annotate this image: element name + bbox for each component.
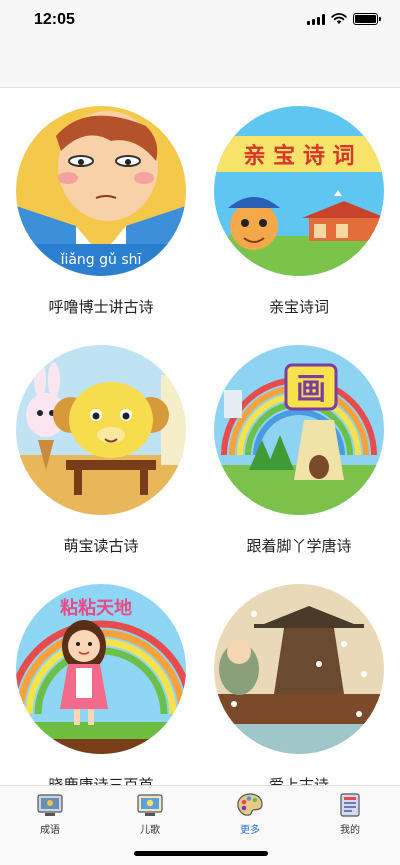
app-card-qinbao[interactable]: 亲 宝 诗 词 亲宝诗词 [214, 106, 384, 317]
tab-idiom[interactable]: 成语 [0, 792, 100, 838]
profile-icon [340, 793, 360, 817]
nursery-rhyme-icon [137, 794, 163, 816]
poem-app-grid[interactable]: ǐiǎng gǔ shī 呼噜博士讲古诗 亲 宝 诗 词 亲宝诗词 萌宝读古诗 … [0, 89, 400, 785]
app-thumbnail-huluboshi[interactable]: ǐiǎng gǔ shī [16, 106, 186, 276]
app-thumbnail-mengbao[interactable] [16, 345, 186, 515]
tab-label: 我的 [340, 825, 360, 836]
tab-nursery-rhymes[interactable]: 儿歌 [100, 792, 200, 838]
wifi-icon [331, 13, 347, 24]
app-thumbnail-qinbao[interactable]: 亲 宝 诗 词 [214, 106, 384, 276]
app-card-huluboshi[interactable]: ǐiǎng gǔ shī 呼噜博士讲古诗 [16, 106, 186, 317]
app-title[interactable]: 亲宝诗词 [214, 296, 384, 317]
home-indicator[interactable] [134, 851, 268, 856]
tab-more[interactable]: 更多 [200, 792, 300, 838]
app-card-jiaoya[interactable]: 画 跟着脚丫学唐诗 [214, 345, 384, 556]
app-thumbnail-xiaolu[interactable]: 粘粘天地 [16, 584, 186, 754]
idiom-icon [37, 794, 63, 816]
palette-icon [237, 793, 263, 816]
thumbnail-title-text: 粘粘天地 [60, 597, 132, 619]
status-time: 12:05 [34, 11, 75, 28]
cellular-signal-icon [307, 13, 325, 25]
status-icons [307, 13, 381, 25]
app-title[interactable]: 萌宝读古诗 [16, 535, 186, 556]
navigation-bar [0, 44, 400, 88]
tab-profile[interactable]: 我的 [300, 792, 400, 838]
thumbnail-title-text: 亲 宝 诗 词 [244, 143, 355, 169]
battery-icon [353, 13, 381, 25]
tab-label: 儿歌 [140, 825, 160, 836]
app-card-xiaolu[interactable]: 粘粘天地 晓鹿唐诗三百首 [16, 584, 186, 785]
app-title[interactable]: 呼噜博士讲古诗 [16, 296, 186, 317]
status-bar: 12:05 [0, 0, 400, 44]
app-card-mengbao[interactable]: 萌宝读古诗 [16, 345, 186, 556]
app-title[interactable]: 晓鹿唐诗三百首 [16, 774, 186, 785]
app-card-aishang[interactable]: 爱上古诗 [214, 584, 384, 785]
app-title[interactable]: 跟着脚丫学唐诗 [214, 535, 384, 556]
tab-label: 成语 [40, 825, 60, 836]
app-thumbnail-aishang[interactable] [214, 584, 384, 754]
tab-label: 更多 [240, 825, 260, 836]
app-title[interactable]: 爱上古诗 [214, 774, 384, 785]
app-thumbnail-jiaoya[interactable]: 画 [214, 345, 384, 515]
thumbnail-text-pinyin: ǐiǎng gǔ shī [60, 252, 142, 268]
thumbnail-title-text: 画 [296, 372, 326, 407]
